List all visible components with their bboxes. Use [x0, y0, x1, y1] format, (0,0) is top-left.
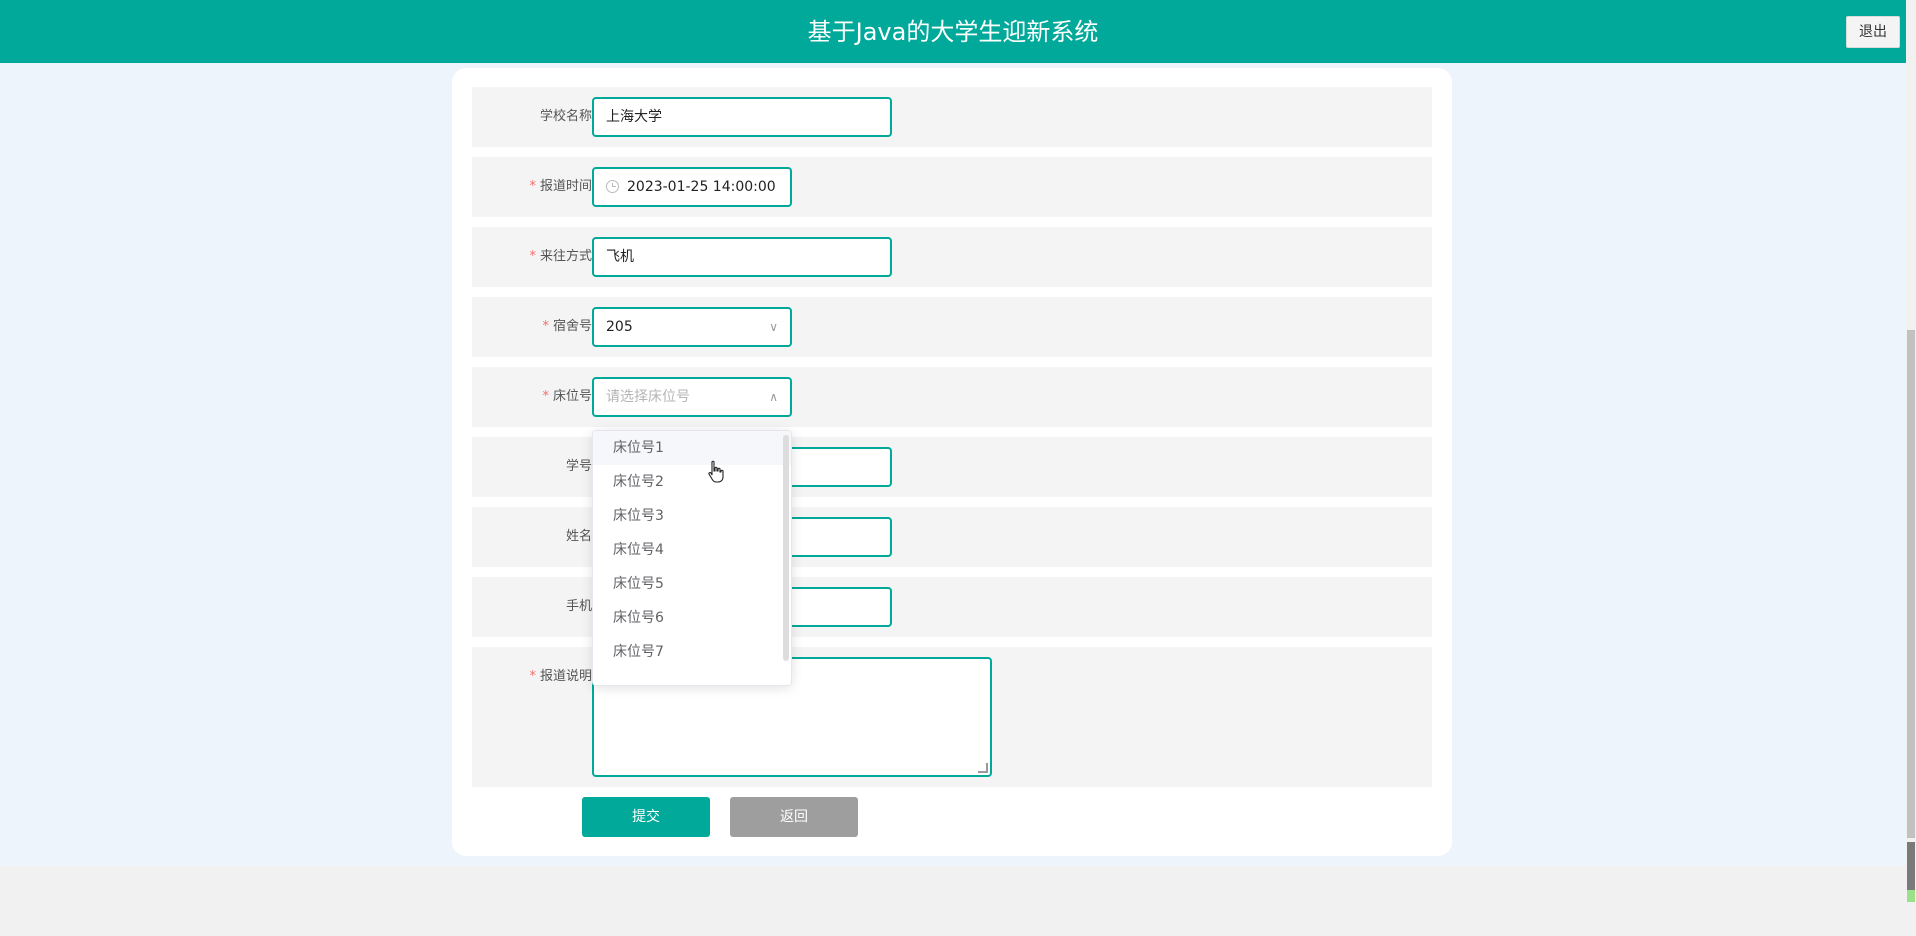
page-scrollbar[interactable]	[1906, 0, 1916, 936]
dorm-number-label: * 宿舍号	[542, 319, 592, 334]
report-note-label: * 报道说明	[529, 669, 592, 684]
logout-button[interactable]: 退出	[1846, 16, 1900, 48]
report-time-value: 2023-01-25 14:00:00	[627, 179, 776, 195]
dorm-number-value: 205	[606, 319, 633, 335]
scrollbar-marker-highlight	[1907, 890, 1915, 902]
required-mark: *	[529, 179, 536, 194]
clock-icon	[606, 179, 619, 193]
bed-number-option[interactable]: 床位号5	[593, 567, 791, 601]
resize-handle-icon[interactable]	[978, 763, 988, 773]
bed-number-option[interactable]: 床位号7	[593, 635, 791, 669]
report-time-label: * 报道时间	[529, 179, 592, 194]
bed-number-option[interactable]: 床位号1	[593, 431, 791, 465]
school-name-label: 学校名称	[539, 109, 592, 124]
required-mark: *	[542, 319, 549, 334]
dorm-number-select[interactable]: 205 ∨	[592, 307, 792, 347]
name-label: 姓名	[565, 529, 592, 544]
report-time-picker[interactable]: 2023-01-25 14:00:00	[592, 167, 792, 207]
hand-cursor-icon	[708, 460, 724, 483]
bed-number-label: * 床位号	[542, 389, 592, 404]
scrollbar-thumb[interactable]	[1907, 330, 1915, 838]
required-mark: *	[542, 389, 549, 404]
bed-number-placeholder: 请选择床位号	[606, 389, 690, 405]
bed-number-options: 床位号1 床位号2 床位号3 床位号4 床位号5 床位号6 床位号7	[593, 431, 791, 669]
student-id-label: 学号	[565, 459, 592, 474]
bed-number-dropdown: 床位号1 床位号2 床位号3 床位号4 床位号5 床位号6 床位号7	[592, 430, 792, 686]
bed-number-option[interactable]: 床位号6	[593, 601, 791, 635]
bed-number-option[interactable]: 床位号4	[593, 533, 791, 567]
required-mark: *	[529, 249, 536, 264]
school-name-input[interactable]: 上海大学	[592, 97, 892, 137]
app-title: 基于Java的大学生迎新系统	[807, 18, 1099, 46]
bed-number-option[interactable]: 床位号2	[593, 465, 791, 499]
dropdown-scrollbar[interactable]	[783, 435, 789, 661]
travel-mode-input[interactable]: 飞机	[592, 237, 892, 277]
app-header: 基于Java的大学生迎新系统 退出	[0, 0, 1906, 63]
travel-mode-label: * 来往方式	[529, 249, 592, 264]
submit-button[interactable]: 提交	[582, 797, 710, 837]
page-bottom-area	[0, 866, 1906, 936]
chevron-down-icon: ∨	[769, 320, 778, 334]
chevron-up-icon: ∧	[769, 390, 778, 404]
phone-label: 手机	[565, 599, 592, 614]
required-mark: *	[529, 669, 536, 684]
bed-number-option[interactable]: 床位号3	[593, 499, 791, 533]
back-button[interactable]: 返回	[730, 797, 858, 837]
bed-number-select[interactable]: 请选择床位号 ∧	[592, 377, 792, 417]
